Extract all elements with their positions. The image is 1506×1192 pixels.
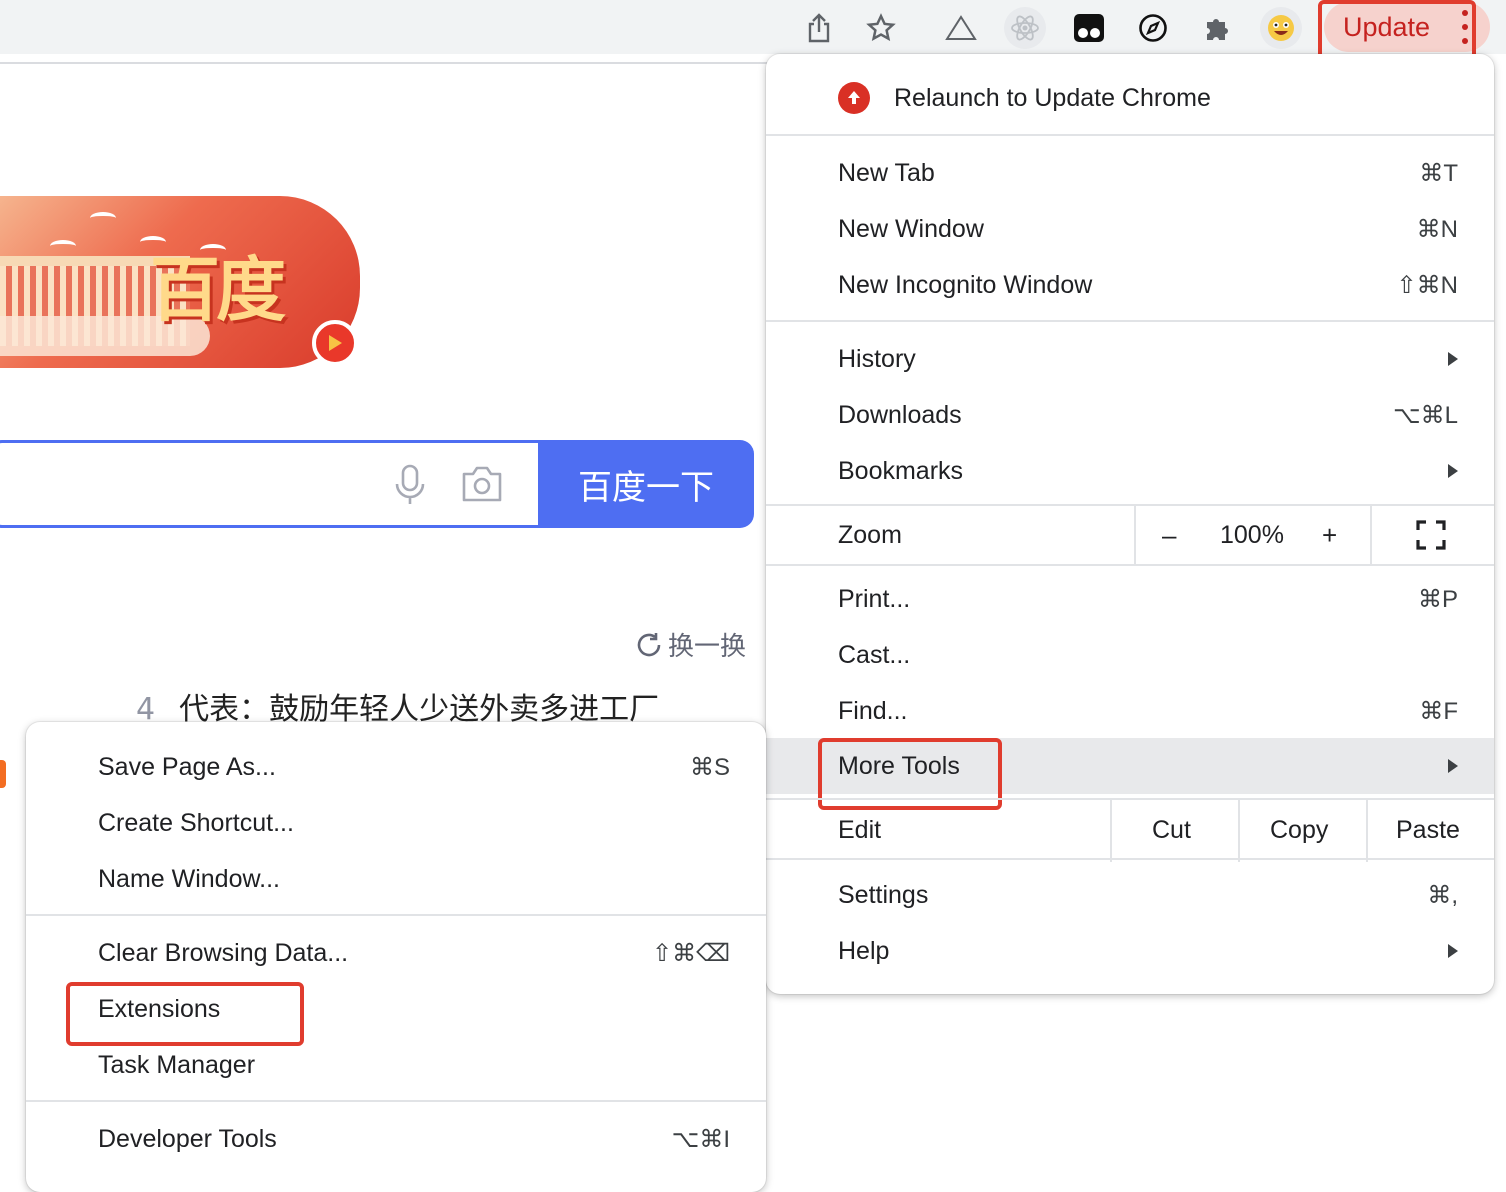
cut-button[interactable]: Cut [1152, 816, 1191, 845]
menu-item-new-window[interactable]: New Window ⌘N [766, 201, 1494, 257]
menu-label: History [838, 344, 916, 373]
menu-item-downloads[interactable]: Downloads ⌥⌘L [766, 387, 1494, 443]
menu-item-save-page-as[interactable]: Save Page As... ⌘S [26, 739, 766, 795]
menu-label: Name Window... [98, 864, 281, 893]
react-devtools-icon[interactable] [1004, 7, 1046, 49]
menu-label: New Tab [838, 158, 935, 187]
menu-item-bookmarks[interactable]: Bookmarks [766, 443, 1494, 499]
menu-item-clear-browsing-data[interactable]: Clear Browsing Data... ⇧⌘⌫ [26, 925, 766, 981]
menu-shortcut: ⌘N [1416, 215, 1458, 243]
camera-icon[interactable] [460, 464, 504, 509]
menu-shortcut: ⇧⌘N [1396, 271, 1458, 299]
zoom-label: Zoom [838, 520, 902, 549]
chrome-main-menu: Relaunch to Update Chrome New Tab ⌘T New… [766, 54, 1494, 994]
relaunch-to-update-item[interactable]: Relaunch to Update Chrome [894, 84, 1211, 113]
menu-shortcut: ⌘P [1417, 585, 1458, 613]
extension-tab-icon[interactable] [1068, 7, 1110, 49]
search-button[interactable]: 百度一下 [538, 440, 754, 528]
compass-extension-icon[interactable] [1132, 7, 1174, 49]
menu-item-new-incognito-window[interactable]: New Incognito Window ⇧⌘N [766, 257, 1494, 313]
zoom-out-button[interactable]: – [1162, 520, 1176, 551]
menu-shortcut: ⌘T [1419, 159, 1458, 187]
refresh-label: 换一换 [668, 632, 747, 662]
menu-label: Help [838, 936, 890, 965]
doodle-play-icon[interactable] [312, 320, 358, 366]
menu-label: Create Shortcut... [98, 808, 294, 837]
menu-item-find[interactable]: Find... ⌘F [766, 683, 1494, 739]
menu-item-new-tab[interactable]: New Tab ⌘T [766, 145, 1494, 201]
menu-item-create-shortcut[interactable]: Create Shortcut... [26, 795, 766, 851]
menu-shortcut: ⌘F [1419, 697, 1458, 725]
menu-label: Cast... [838, 640, 911, 669]
menu-shortcut: ⌘, [1427, 881, 1458, 909]
submenu-arrow-icon [1448, 759, 1458, 773]
menu-item-history[interactable]: History [766, 331, 1494, 387]
menu-item-cast[interactable]: Cast... [766, 627, 1494, 683]
microphone-icon[interactable] [392, 464, 428, 511]
menu-label: Print... [838, 584, 911, 613]
side-edge-tab[interactable] [0, 760, 6, 788]
menu-label: Settings [838, 880, 929, 909]
menu-shortcut: ⌥⌘L [1392, 401, 1458, 429]
menu-shortcut: ⌥⌘I [671, 1125, 730, 1153]
paste-button[interactable]: Paste [1396, 816, 1460, 845]
menu-label: Clear Browsing Data... [98, 938, 349, 967]
menu-item-developer-tools[interactable]: Developer Tools ⌥⌘I [26, 1111, 766, 1167]
menu-label: New Window [838, 214, 984, 243]
menu-label: Find... [838, 696, 908, 725]
menu-item-name-window[interactable]: Name Window... [26, 851, 766, 907]
puzzle-extensions-icon[interactable] [1196, 7, 1238, 49]
menu-item-settings[interactable]: Settings ⌘, [766, 867, 1494, 923]
menu-label: Developer Tools [98, 1124, 277, 1153]
menu-label: Task Manager [98, 1050, 256, 1079]
submenu-arrow-icon [1448, 464, 1458, 478]
drive-icon[interactable] [940, 7, 982, 49]
toolbar-divider [0, 62, 770, 64]
copy-button[interactable]: Copy [1270, 816, 1328, 845]
submenu-arrow-icon [1448, 944, 1458, 958]
submenu-arrow-icon [1448, 352, 1458, 366]
menu-shortcut: ⇧⌘⌫ [651, 939, 730, 967]
menu-item-help[interactable]: Help [766, 923, 1494, 979]
relaunch-update-icon [838, 82, 870, 114]
menu-label: Save Page As... [98, 752, 276, 781]
zoom-level-value: 100% [1220, 520, 1284, 549]
browser-toolbar: Update [0, 0, 1506, 74]
edit-label: Edit [838, 815, 882, 844]
menu-shortcut: ⌘S [689, 753, 730, 781]
baidu-doodle-logo[interactable]: 百度 [0, 196, 360, 368]
emoji-profile-icon[interactable] [1260, 7, 1302, 49]
share-icon[interactable] [798, 7, 840, 49]
menu-row-zoom: Zoom – 100% + [766, 506, 1494, 564]
menu-label: Downloads [838, 400, 962, 429]
refresh-link[interactable]: 换一换 [634, 626, 746, 663]
more-tools-submenu: Save Page As... ⌘S Create Shortcut... Na… [26, 722, 766, 1192]
address-bar[interactable] [0, 0, 916, 54]
doodle-logo-text: 百度 [150, 249, 286, 331]
menu-label: Bookmarks [838, 456, 964, 485]
star-icon[interactable] [860, 7, 902, 49]
zoom-in-button[interactable]: + [1322, 520, 1337, 551]
menu-row-edit: Edit Cut Copy Paste [766, 800, 1494, 862]
menu-item-print[interactable]: Print... ⌘P [766, 571, 1494, 627]
menu-item-task-manager[interactable]: Task Manager [26, 1037, 766, 1093]
fullscreen-icon[interactable] [1416, 520, 1446, 557]
menu-label: New Incognito Window [838, 270, 1093, 299]
refresh-icon [637, 632, 661, 656]
